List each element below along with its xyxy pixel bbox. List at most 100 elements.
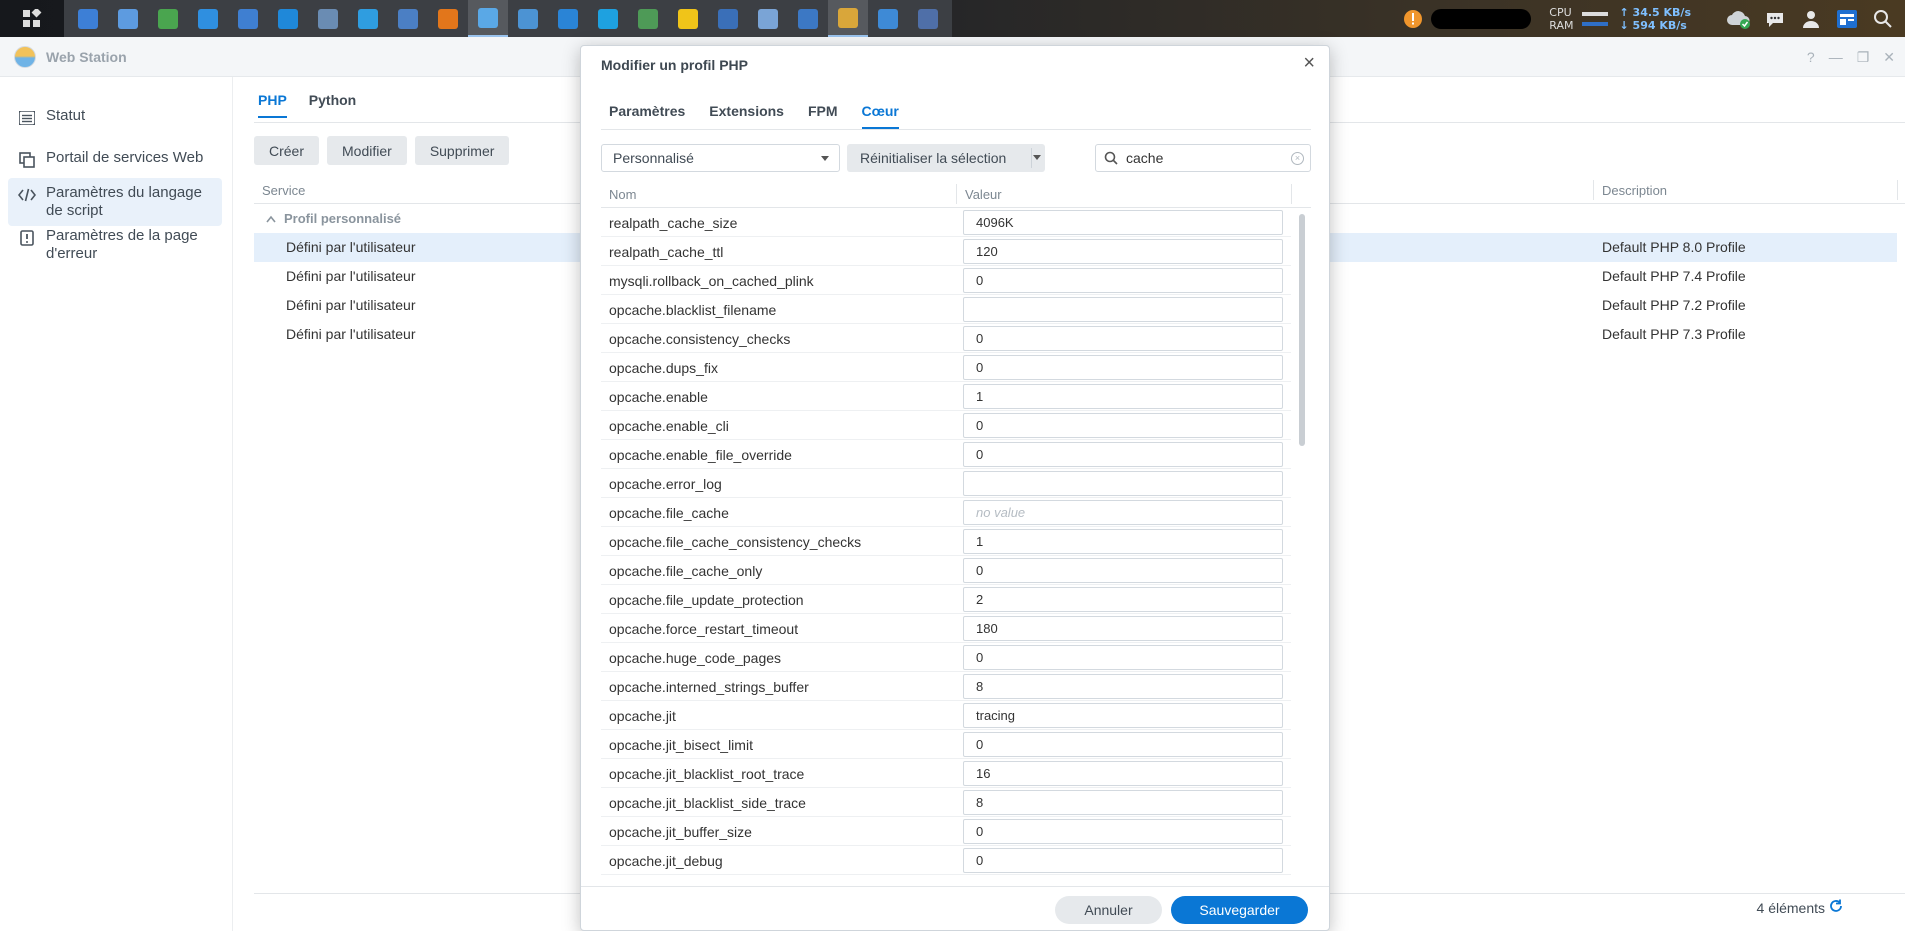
tab-coeur[interactable]: Cœur bbox=[861, 103, 899, 129]
close-window-icon[interactable]: ✕ bbox=[1883, 49, 1895, 66]
setting-value-field[interactable]: tracing bbox=[963, 703, 1283, 728]
tab-parametres[interactable]: Paramètres bbox=[609, 103, 685, 129]
setting-value-field[interactable]: 0 bbox=[963, 268, 1283, 293]
taskbar-app-17-icon[interactable] bbox=[708, 0, 748, 37]
taskbar-app-14-icon[interactable] bbox=[588, 0, 628, 37]
start-button[interactable] bbox=[0, 0, 64, 37]
setting-value-field[interactable]: 0 bbox=[963, 848, 1283, 873]
setting-name: opcache.blacklist_filename bbox=[609, 302, 777, 318]
setting-value-field[interactable]: 120 bbox=[963, 239, 1283, 264]
settings-row: opcache.blacklist_filename bbox=[601, 295, 1291, 324]
warning-icon[interactable] bbox=[1395, 0, 1431, 37]
setting-value-field[interactable]: 8 bbox=[963, 790, 1283, 815]
sidebar-item-script-language[interactable]: Paramètres du langage de script bbox=[8, 178, 222, 226]
setting-name: opcache.enable_file_override bbox=[609, 447, 792, 463]
setting-value-field[interactable]: 1 bbox=[963, 384, 1283, 409]
sidebar-item-statut[interactable]: Statut bbox=[8, 101, 222, 133]
setting-name: opcache.dups_fix bbox=[609, 360, 718, 376]
cpu-meter-bar bbox=[1581, 11, 1608, 16]
settings-row: realpath_cache_size 4096K bbox=[601, 208, 1291, 237]
search-icon[interactable] bbox=[1865, 0, 1901, 37]
setting-value-field[interactable]: 16 bbox=[963, 761, 1283, 786]
search-input[interactable]: cache × bbox=[1095, 144, 1311, 172]
windows-start-icon bbox=[23, 8, 42, 27]
taskbar-app-8-icon[interactable] bbox=[348, 0, 388, 37]
tab-python[interactable]: Python bbox=[309, 92, 356, 118]
setting-value-field[interactable]: 8 bbox=[963, 674, 1283, 699]
maximize-icon[interactable]: ❐ bbox=[1857, 49, 1870, 66]
taskbar-app-11-icon[interactable] bbox=[468, 0, 508, 37]
close-icon[interactable]: × bbox=[1303, 52, 1315, 75]
setting-name: opcache.jit bbox=[609, 708, 676, 724]
setting-value-field[interactable] bbox=[963, 297, 1283, 322]
chat-icon[interactable] bbox=[1757, 0, 1793, 37]
profile-filter-select[interactable]: Personnalisé bbox=[601, 144, 840, 172]
setting-value-field[interactable]: 2 bbox=[963, 587, 1283, 612]
taskbar-app-6-icon[interactable] bbox=[268, 0, 308, 37]
taskbar-app-5-icon[interactable] bbox=[228, 0, 268, 37]
taskbar-app-16-icon[interactable] bbox=[668, 0, 708, 37]
delete-button[interactable]: Supprimer bbox=[414, 136, 510, 165]
widgets-icon[interactable] bbox=[1829, 0, 1865, 37]
column-service[interactable]: Service bbox=[262, 183, 305, 198]
taskbar-app-1-icon[interactable] bbox=[68, 0, 108, 37]
taskbar-app-10-icon[interactable] bbox=[428, 0, 468, 37]
taskbar-app-21-icon[interactable] bbox=[868, 0, 908, 37]
settings-row: opcache.force_restart_timeout 180 bbox=[601, 614, 1291, 643]
tab-php[interactable]: PHP bbox=[258, 92, 287, 118]
setting-value-field[interactable]: 0 bbox=[963, 355, 1283, 380]
taskbar-app-3-icon[interactable] bbox=[148, 0, 188, 37]
setting-name: opcache.file_cache bbox=[609, 505, 729, 521]
app-title: Web Station bbox=[46, 48, 127, 65]
setting-value-field[interactable]: 0 bbox=[963, 732, 1283, 757]
column-valeur[interactable]: Valeur bbox=[965, 187, 1002, 202]
save-button[interactable]: Sauvegarder bbox=[1171, 896, 1308, 924]
setting-value-field[interactable]: 180 bbox=[963, 616, 1283, 641]
setting-value-field[interactable]: 0 bbox=[963, 442, 1283, 467]
tab-fpm[interactable]: FPM bbox=[808, 103, 838, 129]
taskbar-app-15-icon[interactable] bbox=[628, 0, 668, 37]
taskbar-app-12-icon[interactable] bbox=[508, 0, 548, 37]
taskbar-app-9-icon[interactable] bbox=[388, 0, 428, 37]
setting-value-field[interactable] bbox=[963, 471, 1283, 496]
column-nom[interactable]: Nom bbox=[609, 187, 636, 202]
reset-selection-button[interactable]: Réinitialiser la sélection bbox=[847, 144, 1045, 172]
ram-meter-bar bbox=[1581, 21, 1608, 26]
settings-row: opcache.jit_debug 0 bbox=[601, 846, 1291, 875]
tab-extensions[interactable]: Extensions bbox=[709, 103, 784, 129]
minimize-icon[interactable]: — bbox=[1829, 49, 1843, 65]
cancel-button[interactable]: Annuler bbox=[1055, 896, 1162, 924]
taskbar-app-2-icon[interactable] bbox=[108, 0, 148, 37]
row-description: Default PHP 7.2 Profile bbox=[1602, 297, 1746, 313]
help-icon[interactable]: ? bbox=[1807, 49, 1815, 65]
group-header[interactable]: Profil personnalisé bbox=[254, 204, 401, 233]
taskbar-app-20-icon[interactable] bbox=[828, 0, 868, 37]
sidebar-item-portail[interactable]: Portail de services Web bbox=[8, 143, 222, 175]
column-description[interactable]: Description bbox=[1602, 183, 1667, 198]
setting-value-field[interactable]: 0 bbox=[963, 645, 1283, 670]
settings-row: opcache.jit_bisect_limit 0 bbox=[601, 730, 1291, 759]
taskbar-app-19-icon[interactable] bbox=[788, 0, 828, 37]
setting-value-field[interactable]: 0 bbox=[963, 326, 1283, 351]
setting-value-field[interactable]: 1 bbox=[963, 529, 1283, 554]
vertical-scrollbar[interactable] bbox=[1299, 214, 1305, 446]
edit-button[interactable]: Modifier bbox=[327, 136, 407, 165]
clear-search-icon[interactable]: × bbox=[1291, 152, 1304, 165]
sidebar-item-error-page[interactable]: Paramètres de la page d'erreur bbox=[8, 221, 222, 269]
taskbar-app-13-icon[interactable] bbox=[548, 0, 588, 37]
setting-value-field[interactable]: 4096K bbox=[963, 210, 1283, 235]
setting-value-field[interactable]: 0 bbox=[963, 558, 1283, 583]
cloud-sync-icon[interactable] bbox=[1721, 0, 1757, 37]
user-icon[interactable] bbox=[1793, 0, 1829, 37]
create-button[interactable]: Créer bbox=[254, 136, 320, 165]
taskbar-app-4-icon[interactable] bbox=[188, 0, 228, 37]
refresh-icon[interactable] bbox=[1829, 899, 1843, 917]
taskbar-app-18-icon[interactable] bbox=[748, 0, 788, 37]
download-speed: ↓ 594 KB/s bbox=[1619, 18, 1687, 32]
setting-value-field[interactable]: no value bbox=[963, 500, 1283, 525]
setting-value-field[interactable]: 0 bbox=[963, 413, 1283, 438]
taskbar-app-7-icon[interactable] bbox=[308, 0, 348, 37]
setting-value-field[interactable]: 0 bbox=[963, 819, 1283, 844]
taskbar-app-22-icon[interactable] bbox=[908, 0, 948, 37]
chevron-down-icon[interactable] bbox=[1033, 155, 1041, 160]
